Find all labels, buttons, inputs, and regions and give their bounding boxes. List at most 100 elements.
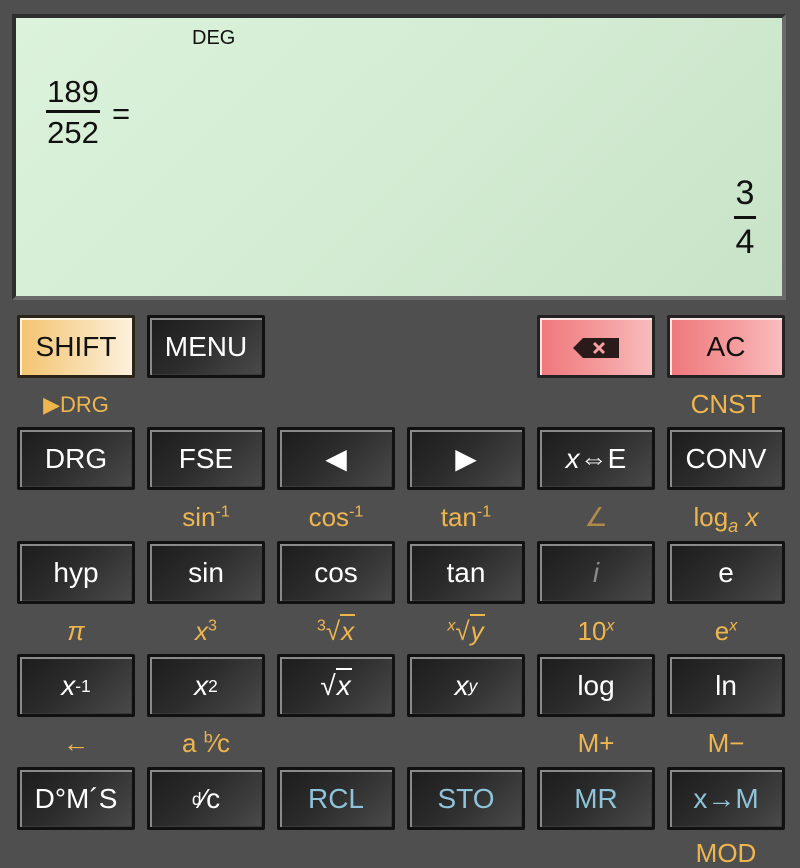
angle-mode-indicator: DEG <box>192 27 236 49</box>
fraction-bar <box>734 216 756 219</box>
e-constant-button[interactable]: e <box>667 541 785 604</box>
shift-label-pi: π <box>67 616 85 646</box>
radical-icon: √ <box>325 616 341 646</box>
cos-button[interactable]: cos <box>277 541 395 604</box>
result-denominator: 4 <box>735 223 755 261</box>
square-button[interactable]: x2 <box>147 654 265 717</box>
fse-label: FSE <box>178 442 234 474</box>
mixed-a: a <box>182 728 204 758</box>
hyp-button[interactable]: hyp <box>17 541 135 604</box>
shift-label-cube: x3 <box>147 616 265 646</box>
loga-sub: a <box>728 516 739 537</box>
loga-base: log <box>693 502 729 532</box>
shift-label-angle: ∠ <box>537 502 655 532</box>
ln-label: ln <box>715 669 737 701</box>
drg-button[interactable]: DRG <box>17 427 135 490</box>
cbrt-index: 3 <box>316 616 326 635</box>
reciprocal-base: x <box>61 669 76 701</box>
ac-label: AC <box>706 330 746 362</box>
memory-recall-button[interactable]: MR <box>537 767 655 830</box>
dms-button[interactable]: D°M´S <box>17 767 135 830</box>
angle-icon: ∠ <box>584 502 608 532</box>
power-base: x <box>454 669 469 701</box>
mixed-b: b <box>203 728 213 747</box>
e-label: e <box>718 556 734 588</box>
sin-button[interactable]: sin <box>147 541 265 604</box>
sto-label: STO <box>437 782 495 814</box>
backspace-button[interactable] <box>537 315 655 378</box>
atan-base: tan <box>440 502 477 532</box>
log-button[interactable]: log <box>537 654 655 717</box>
sqrt-radicand: x <box>335 667 352 701</box>
dc-c: c <box>206 782 221 814</box>
sin-label: sin <box>188 556 224 588</box>
pow10-sup: x <box>606 616 615 635</box>
shift-label-log-base-a: loga x <box>667 502 785 541</box>
shift-button[interactable]: SHIFT <box>17 315 135 378</box>
expression-denominator: 252 <box>47 115 99 150</box>
all-clear-button[interactable]: AC <box>667 315 785 378</box>
rcl-label: RCL <box>307 782 364 814</box>
imaginary-i-button[interactable]: i <box>537 541 655 604</box>
x-to-m-label: x→M <box>693 782 759 814</box>
mr-label: MR <box>574 782 618 814</box>
calculator-display: DEG 189 252 = 3 4 <box>12 14 786 300</box>
menu-button[interactable]: MENU <box>147 315 265 378</box>
dms-label: D°M´S <box>34 782 118 814</box>
right-arrow-icon: ▶ <box>455 443 477 474</box>
fraction-bar <box>46 110 100 113</box>
shift-label-back-arrow: ← <box>63 728 89 758</box>
acos-sup: -1 <box>349 502 364 521</box>
square-root-button[interactable]: √ x <box>277 654 395 717</box>
shift-label-mod: MOD <box>695 838 757 868</box>
radical-icon: √ <box>320 669 336 701</box>
asin-base: sin <box>182 502 216 532</box>
shift-label-mixed-fraction: a b⁄c <box>147 728 265 758</box>
hyp-label: hyp <box>53 556 99 588</box>
input-expression-fraction: 189 252 <box>46 76 100 148</box>
result-numerator: 3 <box>735 174 755 212</box>
shift-label-m-plus: M+ <box>577 728 615 758</box>
shift-label-acos: cos-1 <box>277 502 395 532</box>
shift-label-cube-root: 3√x <box>277 614 395 646</box>
cos-label: cos <box>314 556 358 588</box>
shift-label-m-minus: M− <box>707 728 745 758</box>
shift-label-cnst: CNST <box>690 389 762 419</box>
radical-icon: √ <box>455 616 470 646</box>
xroot-radicand: y <box>469 614 485 646</box>
result-fraction: 3 4 <box>734 176 756 259</box>
i-label: i <box>592 556 600 588</box>
shift-label-asin: sin-1 <box>147 502 265 532</box>
exp-base: e <box>714 616 730 646</box>
tan-button[interactable]: tan <box>407 541 525 604</box>
shift-label: SHIFT <box>35 330 117 362</box>
cube-sup: 3 <box>208 616 217 635</box>
sto-button[interactable]: STO <box>407 767 525 830</box>
shift-label-exp: ex <box>667 616 785 646</box>
acos-base: cos <box>308 502 350 532</box>
asin-sup: -1 <box>215 502 230 521</box>
x-to-exponent-button[interactable]: x ⇔E <box>537 427 655 490</box>
improper-fraction-button[interactable]: d ⁄ c <box>147 767 265 830</box>
x-to-memory-button[interactable]: x→M <box>667 767 785 830</box>
power-button[interactable]: xy <box>407 654 525 717</box>
shift-label-xth-root: x√y <box>407 614 525 646</box>
shift-label-ten-power: 10x <box>537 616 655 646</box>
fse-button[interactable]: FSE <box>147 427 265 490</box>
ln-button[interactable]: ln <box>667 654 785 717</box>
menu-label: MENU <box>164 330 248 362</box>
cursor-right-button[interactable]: ▶ <box>407 427 525 490</box>
equals-sign: = <box>112 96 131 131</box>
tan-label: tan <box>446 556 486 588</box>
reciprocal-button[interactable]: x -1 <box>17 654 135 717</box>
atan-sup: -1 <box>476 502 492 521</box>
cursor-left-button[interactable]: ◀ <box>277 427 395 490</box>
expression-numerator: 189 <box>47 74 99 109</box>
exp-sup: x <box>729 616 738 635</box>
mixed-c: c <box>217 728 230 758</box>
x-symbol: x <box>565 442 580 474</box>
rcl-button[interactable]: RCL <box>277 767 395 830</box>
conv-button[interactable]: CONV <box>667 427 785 490</box>
shift-label-atan: tan-1 <box>407 502 525 532</box>
square-base: x <box>194 669 209 701</box>
